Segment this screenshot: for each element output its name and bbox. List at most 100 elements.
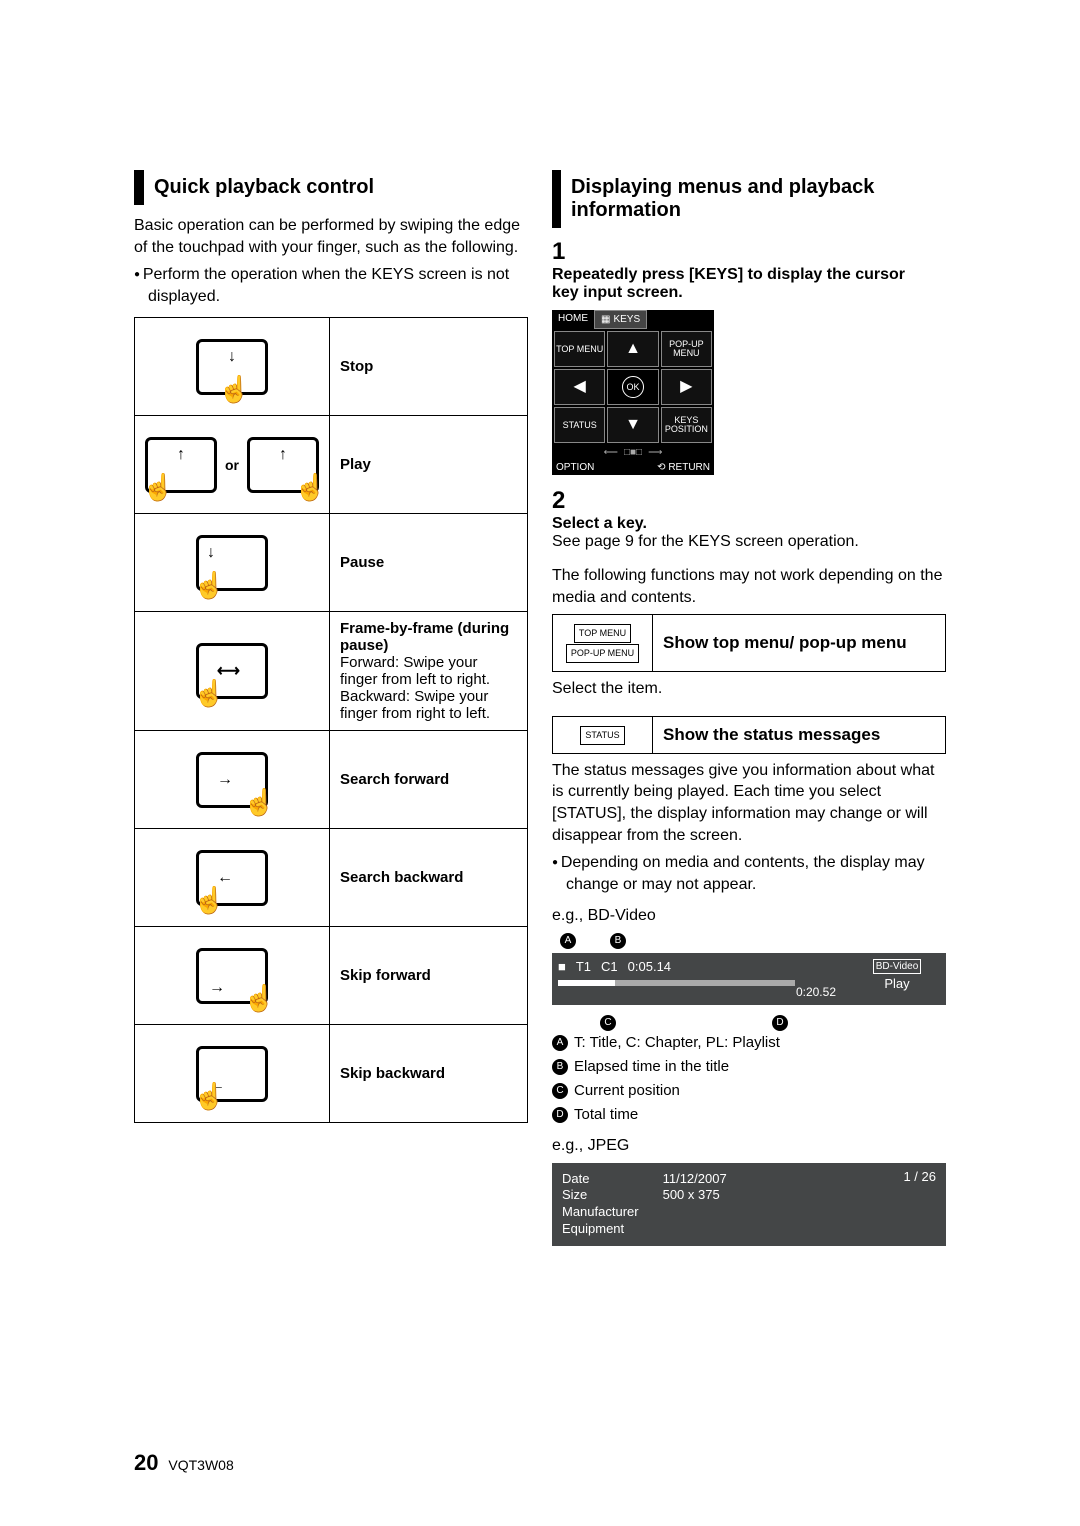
left-key: ◀ (554, 369, 605, 405)
hand-icon: ☝ (243, 789, 271, 821)
gesture-illustration-skip-bwd: ← ☝ (135, 1025, 330, 1123)
key-cell: STATUS (553, 716, 653, 753)
or-label: or (225, 457, 239, 473)
touchpad-icon: ← ☝ (196, 850, 268, 906)
step-text: Select a key. (552, 515, 647, 532)
jpeg-values: 11/12/2007 500 x 375 (663, 1171, 727, 1239)
table-row: ↑ ☝ or ↑ ☝ Play (135, 416, 528, 514)
osd-chapter: C1 (601, 959, 618, 974)
table-row: → ☝ Search forward (135, 731, 528, 829)
gesture-label: Skip forward (330, 927, 528, 1025)
forward-icon: ⟶ (648, 447, 662, 458)
gesture-label: Play (330, 416, 528, 514)
step-number: 1 (552, 238, 578, 266)
touchpad-icon: ↓ ☝ (196, 535, 268, 591)
date-key: Date (562, 1171, 639, 1188)
table-row: ← ☝ Skip backward (135, 1025, 528, 1123)
ok-label: OK (622, 376, 644, 398)
callout-a-icon: A (552, 1035, 568, 1051)
step-note: See page 9 for the KEYS screen operation… (552, 533, 859, 550)
gesture-name: Stop (340, 358, 373, 375)
example-label-jpeg: e.g., JPEG (552, 1135, 946, 1157)
hand-icon: ☝ (193, 887, 221, 919)
stop-icon: □■□ (624, 447, 642, 458)
arrow-up-icon: ↑ (177, 446, 185, 464)
key-cell: TOP MENU POP-UP MENU (553, 615, 653, 672)
hand-icon: ☝ (193, 572, 221, 604)
gesture-name: Play (340, 456, 371, 473)
step-1: 1 Repeatedly press [KEYS] to display the… (552, 238, 946, 302)
function-label: Show the status messages (653, 716, 946, 753)
right-column: Displaying menus and playback informatio… (552, 170, 946, 1256)
transport-row: ⟵ □■□ ⟶ (552, 445, 714, 460)
legend-item: D Total time (552, 1103, 946, 1127)
gesture-name: Search backward (340, 869, 463, 886)
list-icon: ▦ (601, 314, 610, 325)
touchpad-icon: ← ☝ (196, 1046, 268, 1102)
callout-d-icon: D (772, 1015, 788, 1031)
gesture-label: Search forward (330, 731, 528, 829)
status-bullet: Depending on media and contents, the dis… (552, 852, 946, 895)
function-table-top-menu: TOP MENU POP-UP MENU Show top menu/ pop-… (552, 614, 946, 672)
step-text: Repeatedly press [KEYS] to display the c… (552, 266, 916, 302)
arrow-right-icon: → (209, 979, 225, 997)
down-key: ▼ (607, 407, 658, 443)
gesture-illustration-play: ↑ ☝ or ↑ ☝ (135, 416, 330, 514)
option-label: OPTION (556, 462, 594, 473)
osd-elapsed: 0:05.14 (628, 959, 671, 974)
rewind-icon: ⟵ (604, 447, 618, 458)
osd-total-time: 0:20.52 (796, 985, 836, 999)
table-row: ⟷ ☝ Frame-by-frame (during pause) Forwar… (135, 612, 528, 731)
osd-jpeg: Date Size Manufacturer Equipment 11/12/2… (552, 1163, 946, 1247)
touchpad-icon: ↓ ☝ (196, 339, 268, 395)
heading-bar-icon (134, 170, 144, 205)
table-row: ↓ ☝ Pause (135, 514, 528, 612)
hand-icon: ☝ (218, 376, 246, 408)
step-body: Select a key. See page 9 for the KEYS sc… (552, 515, 916, 551)
table-row: TOP MENU POP-UP MENU Show top menu/ pop-… (553, 615, 946, 672)
gesture-label: Pause (330, 514, 528, 612)
status-bullet-list: Depending on media and contents, the dis… (552, 852, 946, 895)
callout-d-icon: D (552, 1107, 568, 1123)
legend-item: C Current position (552, 1079, 946, 1103)
manufacturer-key: Manufacturer (562, 1204, 639, 1221)
hand-icon: ☝ (243, 985, 271, 1017)
table-row: → ☝ Skip forward (135, 927, 528, 1025)
osd-title: T1 (576, 959, 591, 974)
osd-side: BD-Video Play (854, 957, 940, 991)
equipment-key: Equipment (562, 1221, 639, 1238)
progress-bar (558, 980, 795, 986)
keys-tab-bar: HOME ▦KEYS (552, 310, 714, 329)
keys-screen-illustration: HOME ▦KEYS TOP MENU ▲ POP-UP MENU ◀ OK ▶… (552, 310, 714, 475)
gesture-name: Pause (340, 554, 384, 571)
callout-row-bottom: C D (552, 1015, 946, 1031)
two-columns: Quick playback control Basic operation c… (134, 170, 946, 1256)
legend-item: BElapsed time in the title (552, 1055, 946, 1079)
keys-footer: OPTION ⟲ RETURN (552, 460, 714, 475)
ok-key: OK (607, 369, 658, 405)
gesture-name: Search forward (340, 771, 449, 788)
up-key: ▲ (607, 331, 658, 367)
page-footer: 20 VQT3W08 (134, 1450, 234, 1476)
legend-text: Total time (574, 1106, 638, 1123)
after-text: Select the item. (552, 678, 946, 700)
gesture-name: Skip forward (340, 967, 431, 984)
step-number: 2 (552, 487, 578, 515)
keys-grid: TOP MENU ▲ POP-UP MENU ◀ OK ▶ STATUS ▼ K… (552, 329, 714, 445)
tab-label: KEYS (613, 314, 640, 325)
callout-c-icon: C (600, 1015, 616, 1031)
jpeg-keys: Date Size Manufacturer Equipment (562, 1171, 639, 1239)
heading-text: Quick playback control (154, 170, 374, 205)
callout-a-icon: A (560, 933, 576, 949)
legend-text: Current position (574, 1082, 680, 1099)
section-heading-displaying-menus: Displaying menus and playback informatio… (552, 170, 946, 228)
table-row: ↓ ☝ Stop (135, 318, 528, 416)
step-2: 2 Select a key. See page 9 for the KEYS … (552, 487, 946, 551)
callout-c-icon: C (552, 1083, 568, 1099)
gesture-illustration-skip-fwd: → ☝ (135, 927, 330, 1025)
gesture-illustration-frame: ⟷ ☝ (135, 612, 330, 731)
hand-icon: ☝ (142, 474, 170, 506)
gesture-detail: Backward: Swipe your finger from right t… (340, 688, 517, 722)
gesture-label: Stop (330, 318, 528, 416)
gesture-illustration-search-bwd: ← ☝ (135, 829, 330, 927)
